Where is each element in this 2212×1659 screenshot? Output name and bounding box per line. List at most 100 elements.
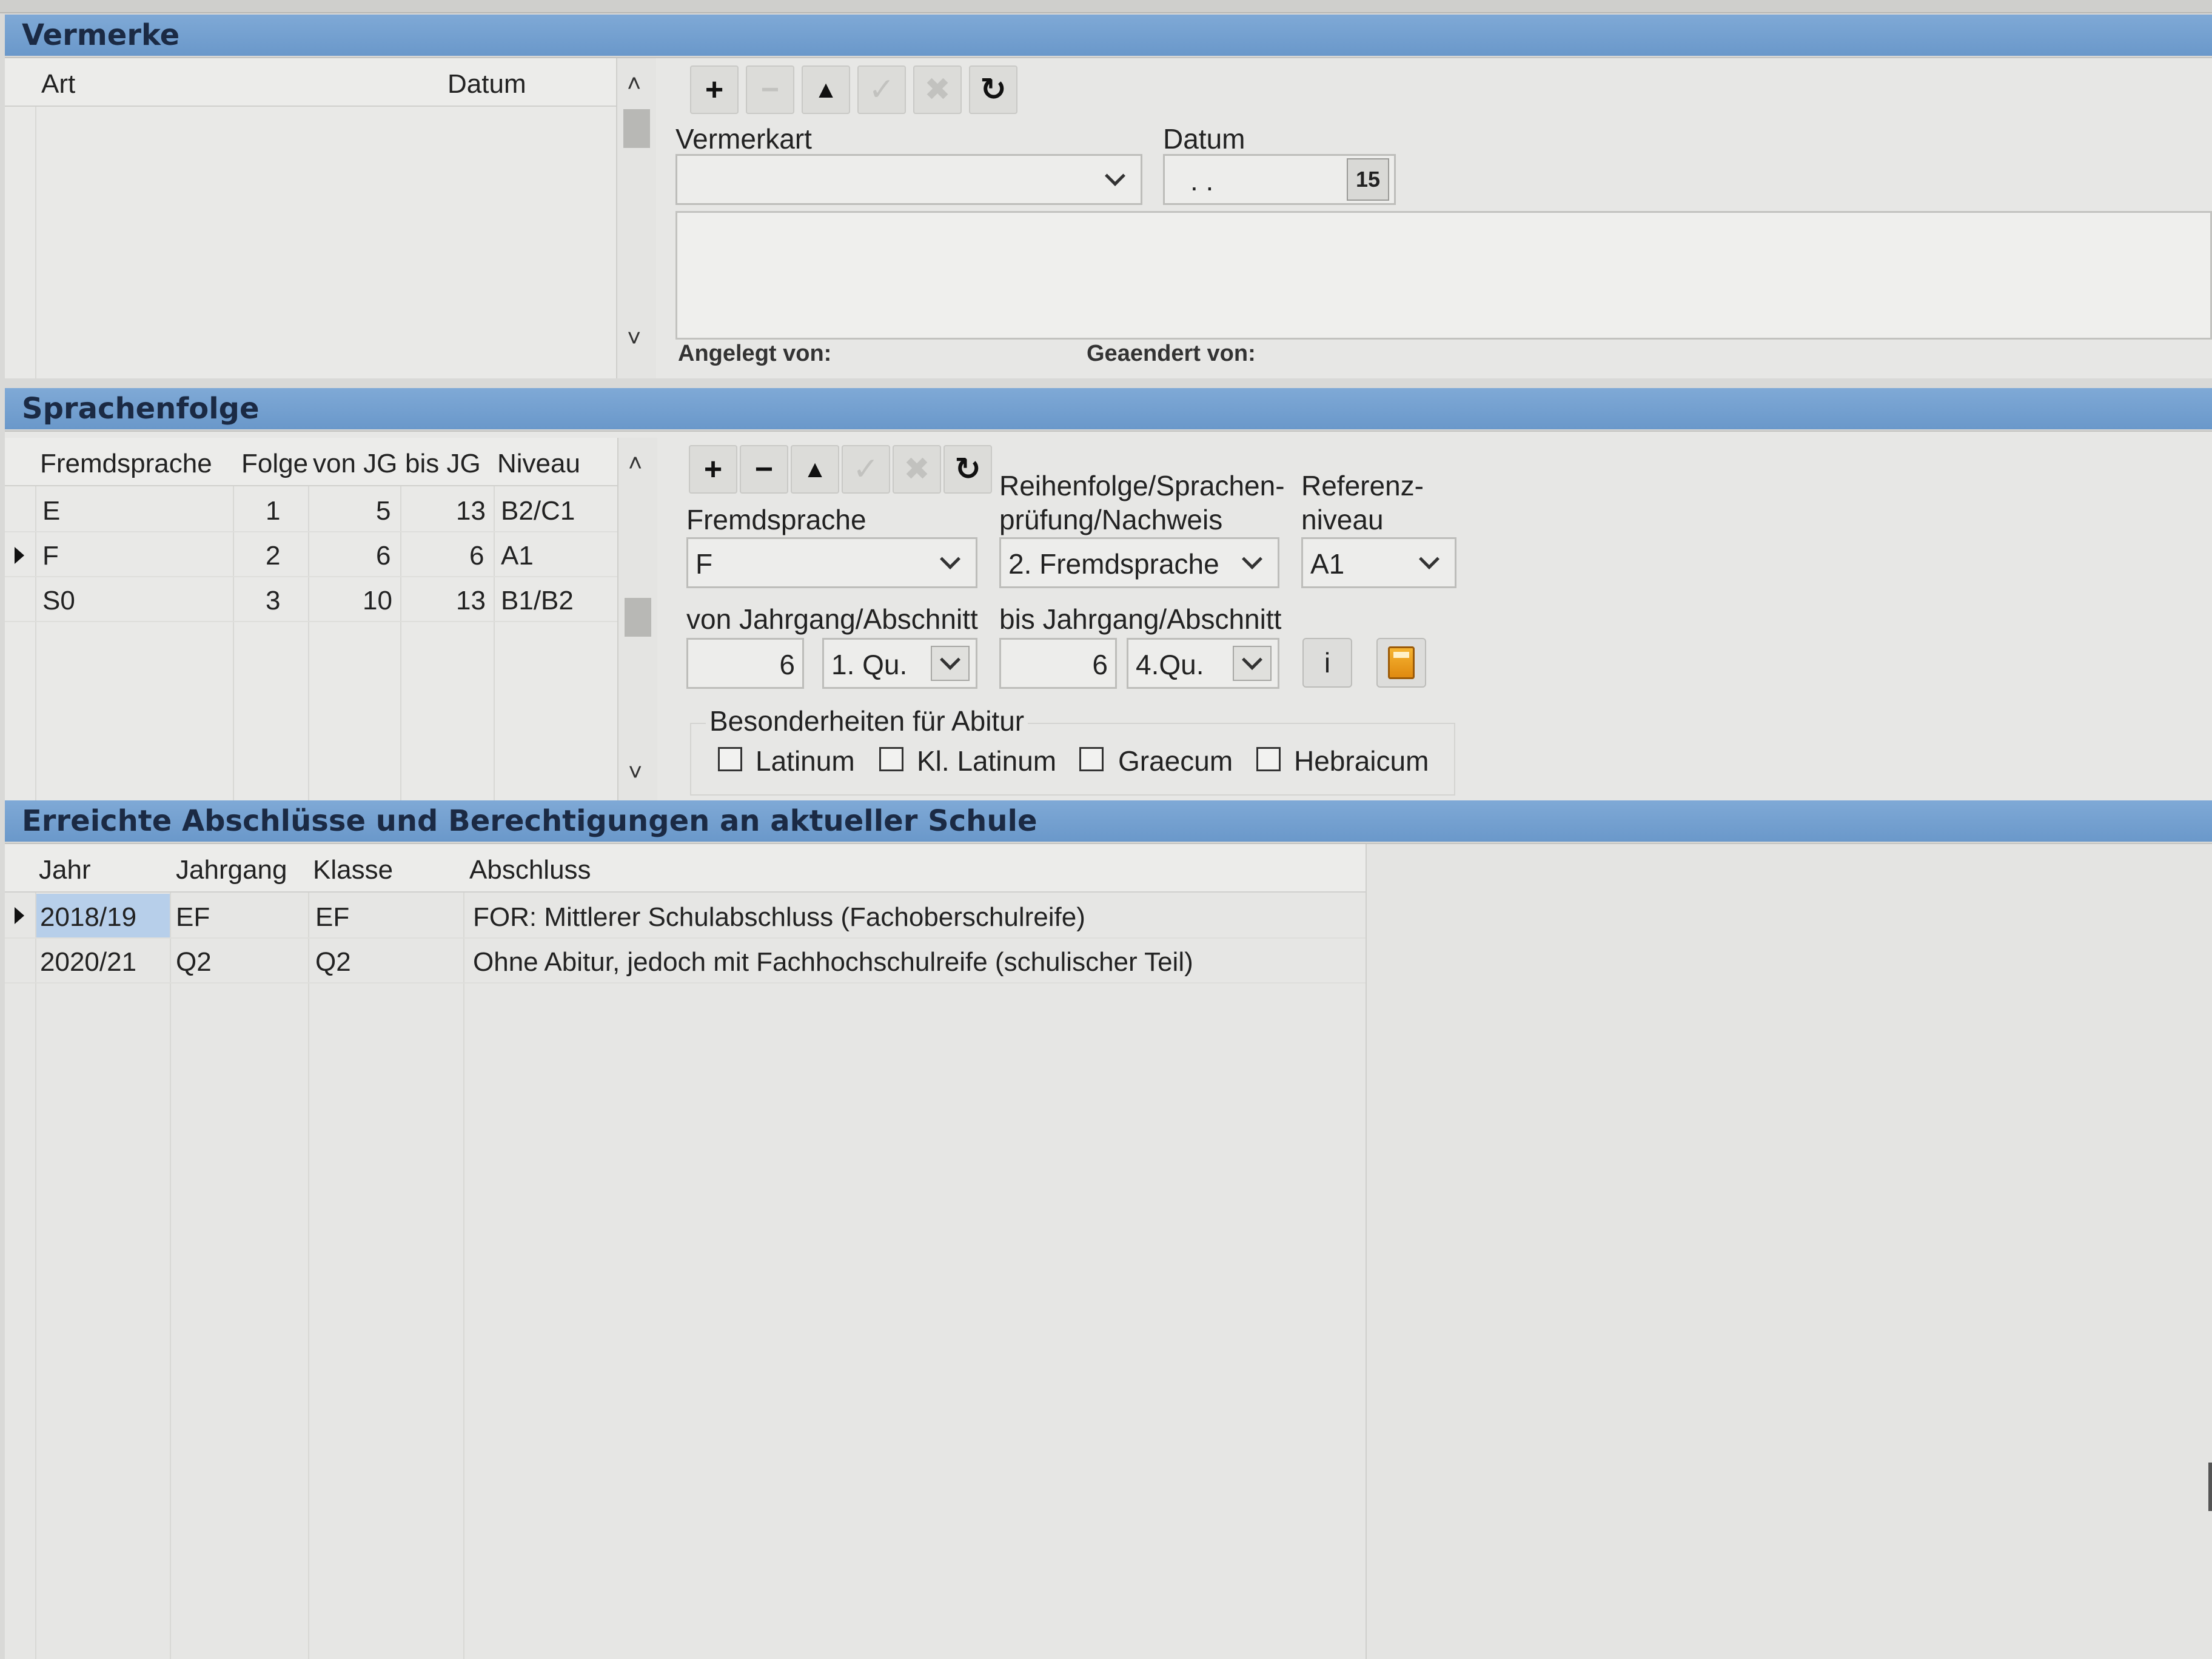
bis-abschnitt-select[interactable]: 4.Qu. xyxy=(1127,638,1279,689)
cell-niveau: A1 xyxy=(501,541,534,571)
referenz-select[interactable]: A1 xyxy=(1301,537,1456,588)
von-abschnitt-select[interactable]: 1. Qu. xyxy=(822,638,977,689)
grid-line xyxy=(308,893,309,1659)
sprachenfolge-panel: Fremdsprache Folge von JG bis JG Niveau … xyxy=(5,431,2212,804)
remove-icon[interactable]: − xyxy=(740,445,788,494)
cell-jahrgang: Q2 xyxy=(176,947,212,977)
add-icon[interactable]: + xyxy=(690,65,739,114)
cell-niveau: B1/B2 xyxy=(501,586,574,615)
hebraicum-checkbox[interactable] xyxy=(1256,747,1281,771)
col-datum[interactable]: Datum xyxy=(447,69,526,99)
vermerke-panel: Art Datum ˄ ˅ + − ▲ ✓ ✖ ↻ Vermerkart Dat… xyxy=(5,57,2212,378)
referenz-label-1: Referenz- xyxy=(1301,470,1424,501)
vermerk-text-area[interactable] xyxy=(675,211,2212,340)
sprachenfolge-title: Sprachenfolge xyxy=(22,392,260,426)
reihenfolge-label-2: prüfung/Nachweis xyxy=(999,504,1223,535)
col-jahr[interactable]: Jahr xyxy=(39,855,91,885)
reihenfolge-label-1: Reihenfolge/Sprachen- xyxy=(999,470,1285,501)
row-indicator-icon xyxy=(15,907,24,924)
cell-abschluss: FOR: Mittlerer Schulabschluss (Fachobers… xyxy=(473,902,1085,932)
table-row[interactable]: S0 3 10 13 B1/B2 xyxy=(5,577,617,622)
col-klasse[interactable]: Klasse xyxy=(313,855,393,885)
scroll-down-icon[interactable]: ˅ xyxy=(627,325,641,352)
table-row[interactable]: F 2 6 6 A1 xyxy=(5,532,617,577)
abschluesse-panel: Jahr Jahrgang Klasse Abschluss 2018/19 E… xyxy=(5,843,2212,1659)
sprachenfolge-header: Sprachenfolge xyxy=(5,388,2212,429)
confirm-icon[interactable]: ✓ xyxy=(857,65,906,114)
col-fremdsprache[interactable]: Fremdsprache xyxy=(40,449,212,479)
col-art[interactable]: Art xyxy=(41,69,75,99)
chevron-down-icon[interactable] xyxy=(1233,545,1272,580)
refresh-icon[interactable]: ↻ xyxy=(943,445,992,494)
grid-line xyxy=(463,893,464,1659)
sprachenfolge-grid[interactable]: Fremdsprache Folge von JG bis JG Niveau … xyxy=(5,438,618,802)
chevron-down-icon[interactable] xyxy=(1233,646,1272,681)
scroll-up-icon[interactable]: ˄ xyxy=(628,450,642,477)
vermerke-scrollbar[interactable]: ˄ ˅ xyxy=(617,58,656,378)
cell-bis: 13 xyxy=(456,586,486,615)
von-jg-input[interactable]: 6 xyxy=(686,638,804,689)
abschluesse-grid-header: Jahr Jahrgang Klasse Abschluss xyxy=(5,844,1366,893)
bis-jg-value: 6 xyxy=(1092,649,1108,680)
cell-jahr: 2018/19 xyxy=(40,902,137,932)
chevron-down-icon[interactable] xyxy=(1410,545,1449,580)
col-folge[interactable]: Folge xyxy=(241,449,308,479)
remove-icon[interactable]: − xyxy=(746,65,794,114)
vermerke-grid[interactable]: Art Datum xyxy=(5,58,617,378)
chevron-down-icon[interactable] xyxy=(931,646,970,681)
abschluesse-grid[interactable]: Jahr Jahrgang Klasse Abschluss 2018/19 E… xyxy=(5,844,1367,1659)
cancel-icon[interactable]: ✖ xyxy=(913,65,962,114)
von-label: von Jahrgang/Abschnitt xyxy=(686,603,978,635)
cell-von: 10 xyxy=(363,586,392,615)
cell-folge: 3 xyxy=(266,586,281,615)
move-up-icon[interactable]: ▲ xyxy=(802,65,850,114)
referenz-label-2: niveau xyxy=(1301,504,1384,535)
bis-label: bis Jahrgang/Abschnitt xyxy=(999,603,1282,635)
von-jg-value: 6 xyxy=(779,649,795,680)
cell-klasse: EF xyxy=(315,902,350,932)
chevron-down-icon[interactable] xyxy=(1096,162,1134,197)
geaendert-label: Geaendert von: xyxy=(1087,341,1256,366)
scroll-down-icon[interactable]: ˅ xyxy=(628,759,642,786)
scroll-up-icon[interactable]: ˄ xyxy=(627,70,641,98)
bis-jg-input[interactable]: 6 xyxy=(999,638,1117,689)
kl-latinum-label: Kl. Latinum xyxy=(917,745,1057,777)
col-abschluss[interactable]: Abschluss xyxy=(469,855,591,885)
kl-latinum-checkbox[interactable] xyxy=(879,747,903,771)
table-row[interactable]: 2020/21 Q2 Q2 Ohne Abitur, jedoch mit Fa… xyxy=(5,939,1366,984)
von-abschnitt-value: 1. Qu. xyxy=(831,649,908,680)
resize-handle[interactable] xyxy=(2208,1463,2212,1511)
cell-von: 6 xyxy=(376,541,391,571)
scroll-thumb[interactable] xyxy=(623,109,650,148)
latinum-checkbox[interactable] xyxy=(718,747,742,771)
scroll-thumb[interactable] xyxy=(625,598,651,637)
move-up-icon[interactable]: ▲ xyxy=(791,445,839,494)
calculator-button[interactable] xyxy=(1376,638,1426,688)
reihenfolge-select[interactable]: 2. Fremdsprache xyxy=(999,537,1279,588)
sprachenfolge-scrollbar[interactable]: ˄ ˅ xyxy=(618,438,657,802)
vermerke-header: Vermerke xyxy=(5,15,2212,56)
add-icon[interactable]: + xyxy=(689,445,737,494)
fremdsprache-select[interactable]: F xyxy=(686,537,977,588)
vermerke-title: Vermerke xyxy=(22,18,180,52)
col-niveau[interactable]: Niveau xyxy=(497,449,580,479)
calendar-icon-label: 15 xyxy=(1355,167,1381,192)
col-von-jg[interactable]: von JG xyxy=(313,449,397,479)
confirm-icon[interactable]: ✓ xyxy=(842,445,890,494)
table-row[interactable]: 2018/19 EF EF FOR: Mittlerer Schulabschl… xyxy=(5,894,1366,939)
fremdsprache-label: Fremdsprache xyxy=(686,504,866,535)
vermerkart-select[interactable] xyxy=(675,154,1142,205)
col-bis-jg[interactable]: bis JG xyxy=(405,449,481,479)
refresh-icon[interactable]: ↻ xyxy=(969,65,1017,114)
referenz-value: A1 xyxy=(1310,548,1345,580)
table-row[interactable]: E 1 5 13 B2/C1 xyxy=(5,488,617,532)
calendar-icon[interactable]: 15 xyxy=(1347,158,1389,201)
graecum-checkbox[interactable] xyxy=(1079,747,1104,771)
col-jahrgang[interactable]: Jahrgang xyxy=(176,855,287,885)
calculator-icon xyxy=(1388,646,1415,679)
bis-abschnitt-value: 4.Qu. xyxy=(1136,649,1204,680)
cancel-icon[interactable]: ✖ xyxy=(893,445,941,494)
info-button[interactable]: i xyxy=(1302,638,1352,688)
datum-field[interactable]: . . 15 xyxy=(1163,154,1396,205)
chevron-down-icon[interactable] xyxy=(931,545,970,580)
